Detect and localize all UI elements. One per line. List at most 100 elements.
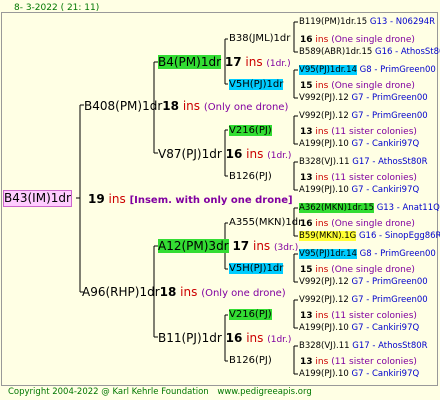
g3-note: (One single drone) — [331, 35, 415, 45]
g4-name[interactable]: A199(PJ).10 — [299, 185, 349, 195]
g3-info: 13 ins (11 sister colonies) — [300, 356, 417, 368]
g4-name[interactable]: A199(PJ).10 — [299, 323, 349, 333]
g4-name[interactable]: V992(PJ).12 — [299, 295, 349, 305]
g4-node: V95(PJ)1dr.14 G8 - PrimGreen00 — [299, 64, 436, 76]
g3-generation: 15 — [300, 265, 313, 275]
g3-note: (One single drone) — [331, 219, 415, 229]
g3-info: 13 ins (11 sister colonies) — [300, 126, 417, 138]
g2-generation: 16 — [225, 331, 243, 345]
g3-info: 13 ins (11 sister colonies) — [300, 172, 417, 184]
copyright-text: Copyright 2004-2022 @ Karl Kehrle Founda… — [8, 386, 312, 398]
g3-generation: 15 — [300, 81, 313, 91]
g4-info: G7 - Cankiri97Q — [351, 369, 420, 379]
g4-node: V992(PJ).12 G7 - PrimGreen00 — [299, 294, 428, 306]
g4-info: G7 - PrimGreen00 — [351, 295, 428, 305]
g4-node: V992(PJ).12 G7 - PrimGreen00 — [299, 276, 428, 288]
g4-name[interactable]: V95(PJ)1dr.14 — [299, 65, 357, 75]
g4-node: A362(MKN)1dr.15 G13 - Anat11Q — [299, 202, 440, 214]
g4-info: G17 - AthosSt80R — [352, 157, 428, 167]
g3-ins: ins — [315, 219, 329, 229]
g3-node: V216(PJ) — [229, 309, 272, 321]
g3-note: (One single drone) — [331, 265, 415, 275]
g3-note: (11 sister colonies) — [331, 127, 417, 137]
g3-name[interactable]: B126(PJ) — [229, 355, 272, 366]
g4-info: G16 - AthosSt80R — [374, 47, 440, 57]
g4-node: V992(PJ).12 G7 - PrimGreen00 — [299, 92, 428, 104]
g4-info: G7 - Cankiri97Q — [351, 323, 420, 333]
g2-note: (3dr.) — [274, 243, 299, 253]
g2-generation: 16 — [225, 147, 243, 161]
g3-name[interactable]: V216(PJ) — [229, 309, 272, 320]
g1-ins: ins — [182, 99, 201, 113]
g4-name[interactable]: A362(MKN)1dr.15 — [299, 203, 374, 213]
g4-name[interactable]: B589(ABR)1dr.15 — [299, 47, 372, 57]
g2-name[interactable]: A12(PM)3dr — [158, 239, 229, 253]
g4-node: V992(PJ).12 G7 - PrimGreen00 — [299, 110, 428, 122]
g4-name[interactable]: B119(PM)1dr.15 — [299, 17, 367, 27]
g3-ins: ins — [315, 311, 329, 321]
site-link[interactable]: www.pedigreeapis.org — [217, 387, 311, 397]
g4-node: B328(VJ).11 G17 - AthosSt80R — [299, 156, 428, 168]
g4-name[interactable]: A199(PJ).10 — [299, 139, 349, 149]
report-date: 8- 3-2022 ( 21: 11) — [14, 3, 100, 13]
g3-name[interactable]: V5H(PJ)1dr — [229, 263, 284, 274]
g2-name[interactable]: V87(PJ)1dr — [158, 147, 222, 161]
g3-ins: ins — [315, 357, 329, 367]
g1-note: (Only one drone) — [203, 102, 289, 113]
g2-node: B11(PJ)1dr 16 ins (1dr.) — [158, 331, 291, 348]
g3-generation: 16 — [300, 219, 313, 229]
root-info: 19 ins [Insem. with only one drone] — [88, 192, 293, 208]
g2-node: V87(PJ)1dr 16 ins (1dr.) — [158, 147, 291, 164]
g2-name[interactable]: B4(PM)1dr — [158, 55, 222, 69]
g4-info: G7 - PrimGreen00 — [351, 277, 428, 287]
g4-info: G13 - N06294R — [369, 17, 436, 27]
g2-node: A12(PM)3dr 17 ins (3dr.) — [158, 239, 298, 256]
g4-name[interactable]: B328(VJ).11 — [299, 157, 350, 167]
g4-name[interactable]: V95(PJ)1dr.14 — [299, 249, 357, 259]
g3-generation: 13 — [300, 357, 313, 367]
g4-node: A199(PJ).10 G7 - Cankiri97Q — [299, 322, 419, 334]
root-ins: ins — [108, 192, 126, 206]
g1-name[interactable]: A96(RHP)1dr — [82, 285, 160, 299]
g3-note: (11 sister colonies) — [331, 357, 417, 367]
g4-info: G17 - AthosSt80R — [352, 341, 428, 351]
g4-info: G7 - Cankiri97Q — [351, 185, 420, 195]
g2-note: (1dr.) — [267, 151, 292, 161]
g3-node: B38(JML)1dr — [229, 33, 290, 45]
g4-name[interactable]: B59(MKN).1G — [299, 231, 357, 241]
g3-name[interactable]: A355(MKN)1dr — [229, 217, 302, 228]
g4-name[interactable]: V992(PJ).12 — [299, 277, 349, 287]
g4-name[interactable]: B328(VJ).11 — [299, 341, 350, 351]
g1-node: B408(PM)1dr18 ins (Only one drone) — [84, 99, 288, 115]
g4-info: G16 - SinopEgg86R — [358, 231, 440, 241]
g4-name[interactable]: V992(PJ).12 — [299, 93, 349, 103]
g3-node: V5H(PJ)1dr — [229, 263, 284, 275]
g1-name[interactable]: B408(PM)1dr — [84, 99, 162, 113]
g4-node: A199(PJ).10 G7 - Cankiri97Q — [299, 138, 419, 150]
g3-node: A355(MKN)1dr — [229, 217, 302, 229]
g4-info: G13 - Anat11Q — [376, 203, 440, 213]
g3-info: 15 ins (One single drone) — [300, 80, 415, 92]
g3-node: V216(PJ) — [229, 125, 272, 137]
g1-note: (Only one drone) — [201, 288, 286, 299]
g2-note: (1dr.) — [267, 335, 292, 345]
g3-name[interactable]: B126(PJ) — [229, 171, 272, 182]
g3-name[interactable]: V216(PJ) — [229, 125, 272, 136]
g4-name[interactable]: A199(PJ).10 — [299, 369, 349, 379]
root-queen[interactable]: B43(IM)1dr — [3, 190, 72, 207]
g3-ins: ins — [315, 173, 329, 183]
g4-name[interactable]: V992(PJ).12 — [299, 111, 349, 121]
g4-info: G7 - PrimGreen00 — [351, 93, 428, 103]
g1-node: A96(RHP)1dr18 ins (Only one drone) — [82, 285, 286, 301]
g3-note: (11 sister colonies) — [331, 311, 417, 321]
g3-ins: ins — [315, 81, 329, 91]
g3-name[interactable]: B38(JML)1dr — [229, 33, 290, 44]
copyright-label: Copyright 2004-2022 @ Karl Kehrle Founda… — [8, 387, 209, 397]
g2-ins: ins — [246, 331, 264, 345]
g1-generation: 18 — [159, 285, 177, 299]
g3-node: B126(PJ) — [229, 355, 272, 367]
g3-info: 13 ins (11 sister colonies) — [300, 310, 417, 322]
g3-name[interactable]: V5H(PJ)1dr — [229, 79, 284, 90]
g3-ins: ins — [315, 127, 329, 137]
g2-name[interactable]: B11(PJ)1dr — [158, 331, 222, 345]
